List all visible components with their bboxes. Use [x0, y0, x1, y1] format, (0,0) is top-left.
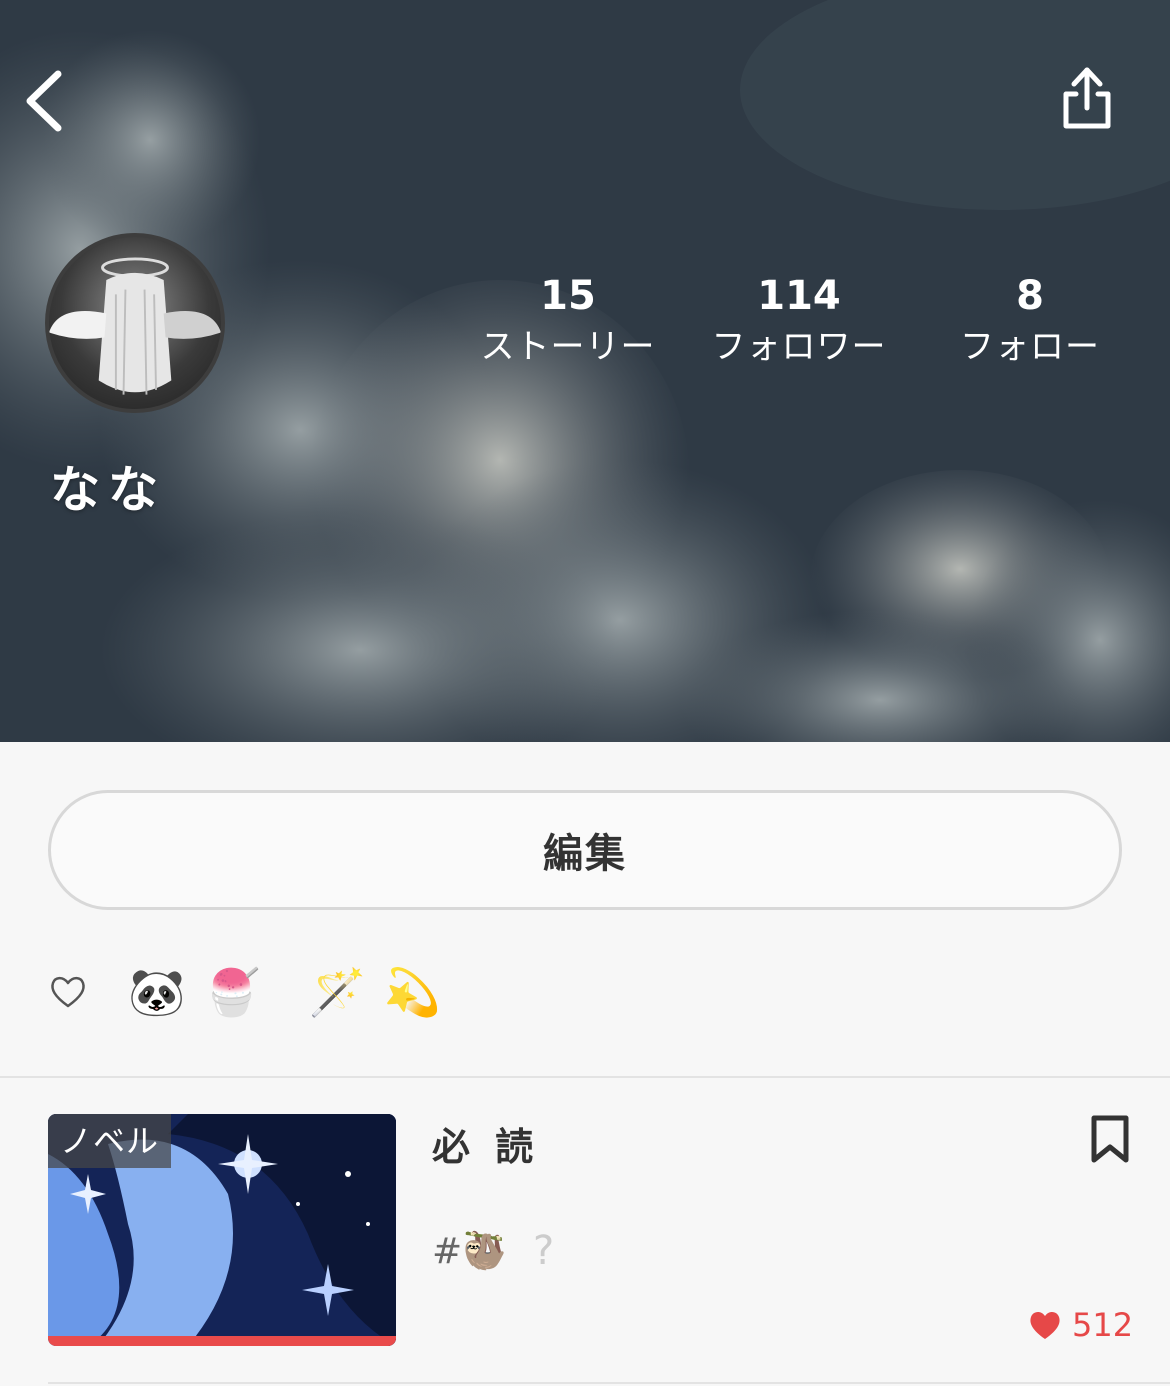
heart-outline-icon — [51, 976, 85, 1008]
stat-stories[interactable]: 15 ストーリー — [458, 270, 678, 372]
stat-following-count: 8 — [1016, 273, 1044, 319]
like-count-value: 512 — [1072, 1306, 1134, 1344]
stat-followers-count: 114 — [757, 273, 841, 319]
like-count[interactable]: 512 — [1028, 1306, 1133, 1344]
stat-following-label: フォロー — [960, 327, 1100, 367]
stat-following[interactable]: 8 フォロー — [920, 270, 1140, 372]
share-icon — [1063, 67, 1111, 129]
stat-stories-label: ストーリー — [480, 327, 656, 367]
novel-badge: ノベル — [48, 1114, 172, 1168]
section-divider — [0, 1076, 1170, 1078]
stat-followers-label: フォロワー — [711, 327, 887, 367]
username: なな — [50, 461, 166, 519]
avatar[interactable] — [45, 233, 225, 413]
story-card[interactable]: ノベル 必 読 # 🦥 ? 512 — [0, 1080, 1170, 1380]
stat-stories-count: 15 — [540, 273, 596, 319]
tag-question: ? — [533, 1228, 555, 1274]
story-title[interactable]: 必 読 — [432, 1116, 539, 1171]
edit-profile-button[interactable]: 編集 — [48, 790, 1122, 910]
stat-followers[interactable]: 114 フォロワー — [689, 270, 909, 372]
back-button[interactable] — [20, 66, 76, 136]
list-divider — [48, 1382, 1170, 1384]
read-progress-bar — [48, 1336, 396, 1346]
chevron-left-icon — [26, 70, 62, 132]
bio-row: 🐼 🍧 🪄 💫 — [48, 960, 459, 1024]
sloth-emoji: 🦥 — [462, 1231, 507, 1272]
tag-prefix: # — [432, 1230, 463, 1272]
panda-emoji: 🐼 — [128, 965, 186, 1019]
bookmark-button[interactable] — [1090, 1114, 1130, 1164]
profile-cover: なな 15 ストーリー 114 フォロワー 8 フォロー — [0, 0, 1170, 742]
share-button[interactable] — [1054, 64, 1120, 134]
story-tags[interactable]: # 🦥 ? — [432, 1228, 554, 1274]
bookmark-icon — [1091, 1115, 1129, 1163]
dizzy-emoji: 💫 — [383, 965, 442, 1019]
magic-wand-emoji: 🪄 — [308, 965, 366, 1019]
shaved-ice-emoji: 🍧 — [203, 965, 261, 1019]
profile-page: なな 15 ストーリー 114 フォロワー 8 フォロー 編集 🐼 🍧 🪄 💫 — [0, 0, 1170, 1386]
angel-avatar-icon — [49, 257, 221, 395]
heart-filled-icon — [1030, 1311, 1060, 1339]
